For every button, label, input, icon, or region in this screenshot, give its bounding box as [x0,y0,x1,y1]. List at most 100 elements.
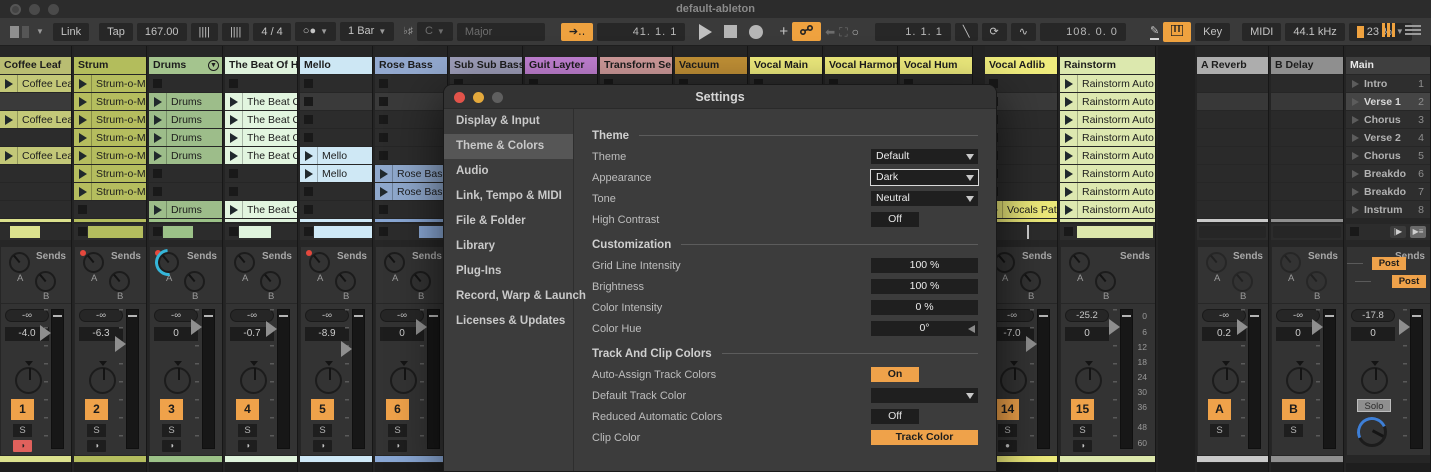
arm-button[interactable]: ● [998,440,1017,452]
clip-strum[interactable]: Strum-o-M [74,129,146,146]
track-header-a-reverb[interactable]: A Reverb [1197,57,1268,74]
arm-button[interactable]: ◑ [162,440,181,452]
clip-launch-icon[interactable] [1065,204,1073,215]
track-header-the-beat-of-h[interactable]: The Beat Of H [225,57,297,74]
volume-fader[interactable] [1248,309,1261,449]
pan-knob[interactable] [164,361,191,394]
toggle-auto-assign-track-colors[interactable]: On [871,367,919,382]
clip-strum[interactable]: Strum-o-M [74,147,146,164]
clip-launch-icon[interactable] [79,186,87,197]
clip-the-beat-of-h[interactable]: The Beat O [225,201,297,218]
clip-launch-icon[interactable] [1065,132,1073,143]
clip-launch-icon[interactable] [154,204,162,215]
clip-launch-icon[interactable] [154,132,162,143]
clip-stop-icon[interactable] [379,205,388,214]
clip-launch-icon[interactable] [79,150,87,161]
track-activator-button[interactable]: 2 [85,399,108,420]
post-toggle[interactable]: Post [1372,257,1406,270]
fader-handle[interactable] [1109,319,1120,335]
track-activator-button[interactable]: 5 [311,399,334,420]
stop-button[interactable] [724,25,738,38]
clip-stop-icon[interactable] [304,205,313,214]
clip-slot[interactable] [300,129,372,146]
dropdown-default-track-color[interactable] [871,388,978,403]
slider-color-intensity[interactable]: 0 % [871,300,978,315]
clip-launch-icon[interactable] [1065,186,1073,197]
track-fold-icon[interactable]: ▼ [208,59,219,71]
send-a-knob[interactable] [994,252,1015,273]
clip-stop-icon[interactable] [1064,227,1073,236]
track-activator-button[interactable]: 15 [1071,399,1094,420]
scene-row[interactable]: Intro 1 [1346,75,1430,92]
clip-launch-icon[interactable] [230,96,238,107]
fader-handle[interactable] [266,321,277,337]
send-a-knob[interactable] [384,252,405,273]
track-header-strum[interactable]: Strum [74,57,146,74]
clip-launch-icon[interactable] [230,132,238,143]
loop-start-field[interactable]: 1. 1. 1 [874,22,951,41]
browser-toggle[interactable] [1405,25,1421,35]
clip-stop-icon[interactable] [304,133,313,142]
fader-handle[interactable] [1237,319,1248,335]
clip-launch-icon[interactable] [1065,78,1073,89]
clip-rainstorm[interactable]: Rainstorm Auto [1060,165,1155,182]
dropdown-tone[interactable]: Neutral [871,191,978,206]
track-header-rainstorm[interactable]: Rainstorm [1060,57,1155,74]
clip-drums[interactable]: Drums [149,147,222,164]
settings-tab-display-input[interactable]: Display & Input [444,109,573,134]
send-a-knob[interactable] [309,252,330,273]
clip-rainstorm[interactable]: Rainstorm Auto [1060,111,1155,128]
solo-button[interactable]: S [998,424,1017,437]
track-header-rose-bass[interactable]: Rose Bass [375,57,447,74]
track-header-vocal-main[interactable]: Vocal Main [750,57,822,74]
track-header-main[interactable]: Main [1346,57,1430,74]
clip-rainstorm[interactable]: Rainstorm Auto [1060,75,1155,92]
send-b-knob[interactable] [184,271,205,292]
clip-mello[interactable]: Mello [300,165,372,182]
arm-button[interactable]: ◑ [238,440,257,452]
send-a-knob[interactable] [234,252,255,273]
send-a-knob[interactable] [1280,252,1301,273]
fader-handle[interactable] [1399,319,1410,335]
scene-row[interactable]: Verse 1 2 [1346,93,1430,110]
clip-slot[interactable] [375,75,447,92]
button-clip-color[interactable]: Track Color [871,430,978,445]
volume-fader[interactable] [1120,309,1133,449]
slider-color-hue[interactable]: 0° [871,321,978,336]
crossfade-view-icon[interactable]: |▶ [1390,226,1406,238]
track-header-vocal-adlib[interactable]: Vocal Adlib [985,57,1057,74]
clip-rainstorm[interactable]: Rainstorm Auto [1060,201,1155,218]
peak-level-display[interactable]: -∞ [79,309,123,322]
scene-launch-icon[interactable] [1352,169,1359,178]
clip-stop-icon[interactable] [379,115,388,124]
track-header-mello[interactable]: Mello [300,57,372,74]
clip-launch-icon[interactable] [380,168,388,179]
solo-button[interactable]: S [162,424,181,437]
tempo-field[interactable]: 167.00 [136,22,187,41]
quantization-menu[interactable]: 1 Bar ▼ [340,22,395,41]
dropdown-appearance[interactable]: Dark [870,169,979,186]
clip-stop-icon[interactable] [229,187,238,196]
track-header-coffee-leaf[interactable]: Coffee Leaf [0,57,71,74]
slider-grid-line-intensity[interactable]: 100 % [871,258,978,273]
clip-launch-icon[interactable] [5,114,13,125]
settings-tab-record-warp-launch[interactable]: Record, Warp & Launch [444,284,586,309]
volume-fader[interactable] [352,309,365,449]
clip-launch-icon[interactable] [380,186,388,197]
arrangement-position-field[interactable]: 41. 1. 1 [597,22,686,41]
clip-stop-icon[interactable] [379,79,388,88]
volume-fader[interactable] [427,309,440,449]
post-toggle[interactable]: Post [1392,275,1426,288]
clip-launch-icon[interactable] [1065,114,1073,125]
peak-level-display[interactable]: -25.2 [1065,309,1109,322]
fader-handle[interactable] [1312,319,1323,335]
track-header-b-delay[interactable]: B Delay [1271,57,1343,74]
toggle-reduced-automatic-colors[interactable]: Off [871,409,919,424]
volume-value-field[interactable]: 0 [1351,327,1395,341]
volume-fader[interactable] [1037,309,1050,449]
time-signature-field[interactable]: 4 / 4 [253,22,291,41]
clip-stop-icon[interactable] [229,227,238,236]
clip-the-beat-of-h[interactable]: The Beat O [225,93,297,110]
settings-tab-library[interactable]: Library [444,234,573,259]
clip-stop-icon[interactable] [379,133,388,142]
